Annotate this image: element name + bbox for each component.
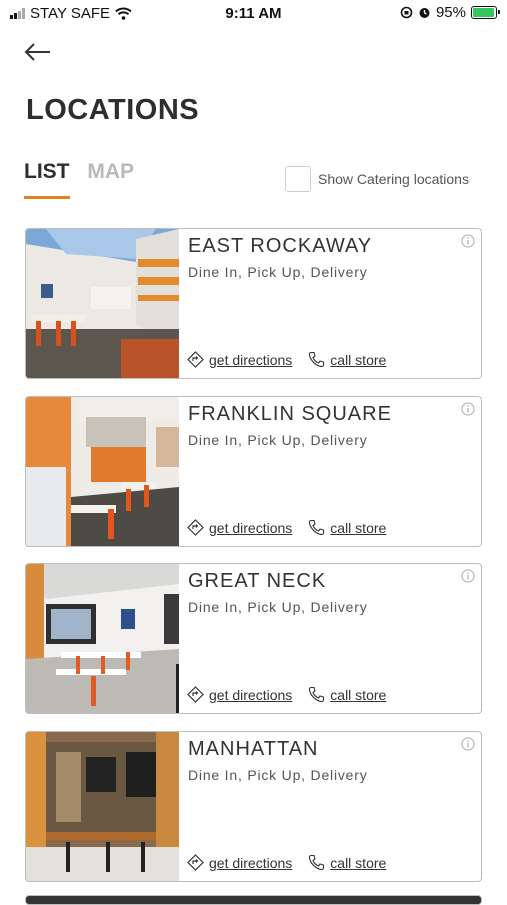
directions-icon	[187, 686, 204, 703]
directions-icon	[187, 854, 204, 871]
directions-label: get directions	[209, 854, 293, 871]
phone-icon	[309, 351, 325, 368]
location-card[interactable]: EAST ROCKAWAY Dine In, Pick Up, Delivery…	[25, 228, 482, 379]
catering-checkbox[interactable]	[285, 166, 311, 192]
phone-icon	[309, 854, 325, 871]
get-directions-link[interactable]: get directions	[187, 686, 292, 703]
phone-icon	[309, 686, 325, 703]
phone-icon	[309, 519, 325, 536]
location-actions: get directions call store	[187, 686, 386, 703]
catering-filter: Show Catering locations	[285, 166, 469, 192]
directions-label: get directions	[209, 519, 293, 536]
get-directions-link[interactable]: get directions	[187, 854, 292, 871]
call-store-link[interactable]: call store	[308, 686, 386, 703]
location-actions: get directions call store	[187, 351, 386, 368]
back-button[interactable]	[22, 38, 54, 66]
location-card[interactable]: GREAT NECK Dine In, Pick Up, Delivery ge…	[25, 563, 482, 714]
location-card[interactable]: MANHATTAN Dine In, Pick Up, Delivery get…	[25, 731, 482, 882]
location-card-partial[interactable]	[25, 895, 482, 905]
location-photo	[26, 732, 179, 881]
get-directions-link[interactable]: get directions	[187, 519, 292, 536]
screen-lock-icon	[400, 6, 413, 19]
catering-label: Show Catering locations	[318, 171, 469, 187]
tab-list[interactable]: LIST	[24, 160, 70, 199]
call-store-label: call store	[330, 854, 387, 871]
call-store-label: call store	[330, 351, 387, 368]
location-name: MANHATTAN	[188, 738, 319, 760]
page-title: LOCATIONS	[26, 94, 200, 126]
info-icon[interactable]	[461, 402, 475, 416]
get-directions-link[interactable]: get directions	[187, 351, 292, 368]
info-icon[interactable]	[461, 737, 475, 751]
location-name: EAST ROCKAWAY	[188, 235, 373, 257]
directions-icon	[187, 519, 204, 536]
tab-map[interactable]: MAP	[87, 160, 134, 184]
location-actions: get directions call store	[187, 519, 386, 536]
battery-percent: 95%	[435, 4, 466, 21]
status-bar: STAY SAFE 9:11 AM 95%	[0, 0, 507, 28]
view-tabs: LIST MAP	[24, 160, 146, 199]
location-services: Dine In, Pick Up, Delivery	[188, 767, 368, 783]
location-photo	[26, 229, 179, 378]
location-name: FRANKLIN SQUARE	[188, 403, 392, 425]
call-store-link[interactable]: call store	[308, 854, 386, 871]
location-actions: get directions call store	[187, 854, 386, 871]
location-card[interactable]: FRANKLIN SQUARE Dine In, Pick Up, Delive…	[25, 396, 482, 547]
status-right: 95%	[400, 4, 500, 21]
battery-icon	[471, 6, 500, 19]
location-photo	[26, 564, 179, 713]
info-icon[interactable]	[461, 234, 475, 248]
call-store-label: call store	[330, 519, 387, 536]
location-name: GREAT NECK	[188, 570, 327, 592]
location-photo	[26, 397, 179, 546]
call-store-link[interactable]: call store	[308, 351, 386, 368]
call-store-link[interactable]: call store	[308, 519, 386, 536]
directions-label: get directions	[209, 686, 293, 703]
location-services: Dine In, Pick Up, Delivery	[188, 264, 368, 280]
info-icon[interactable]	[461, 569, 475, 583]
alarm-icon	[419, 8, 430, 18]
location-services: Dine In, Pick Up, Delivery	[188, 432, 368, 448]
back-arrow-icon	[24, 43, 50, 61]
battery-fill	[473, 8, 494, 17]
location-services: Dine In, Pick Up, Delivery	[188, 599, 368, 615]
call-store-label: call store	[330, 686, 387, 703]
directions-icon	[187, 351, 204, 368]
directions-label: get directions	[209, 351, 293, 368]
